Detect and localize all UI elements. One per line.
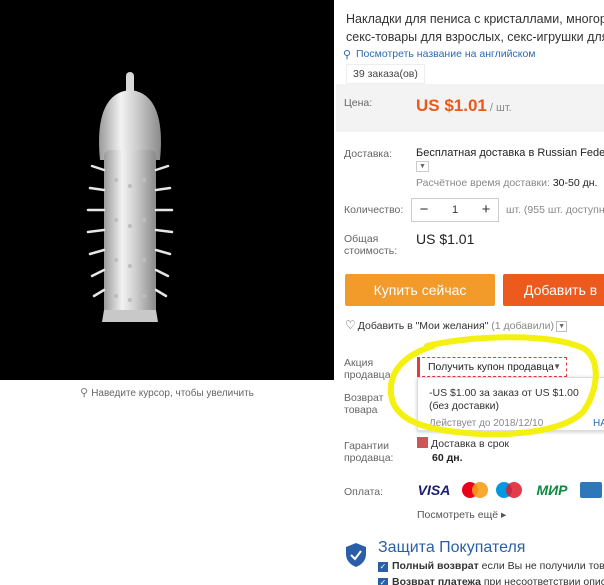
product-title-line2: секс-товары для взрослых, секс-игрушки д… bbox=[346, 30, 604, 44]
product-info-panel: Накладки для пениса с кристаллами, много… bbox=[334, 0, 604, 585]
protection-item-payback: ✓ Возврат платежа при несоответствии опис… bbox=[378, 576, 604, 585]
returns-label-line2: товара bbox=[344, 404, 378, 416]
check-icon: ✓ bbox=[378, 578, 388, 585]
price-unit: / шт. bbox=[489, 102, 512, 114]
chevron-down-icon[interactable]: ▼ bbox=[556, 320, 568, 332]
product-title: Накладки для пениса с кристаллами, много… bbox=[346, 10, 604, 46]
shield-icon bbox=[346, 543, 366, 567]
zoom-hint: ⚲ Наведите курсор, чтобы увеличить bbox=[0, 386, 334, 399]
quantity-input[interactable]: 1 bbox=[436, 199, 474, 221]
shipping-label: Доставка: bbox=[344, 148, 393, 160]
product-image[interactable] bbox=[0, 0, 334, 380]
get-coupon-button[interactable]: Получить купон продавца ▼ bbox=[417, 357, 567, 377]
guarantee-label-line2: продавца: bbox=[344, 452, 394, 464]
wishlist-link[interactable]: ♡ Добавить в "Мои желания" (1 добавили) ▼ bbox=[345, 318, 568, 332]
price-label: Цена: bbox=[344, 97, 373, 109]
on-time-delivery-text: Доставка в срок bbox=[431, 438, 510, 450]
heart-icon: ♡ bbox=[345, 318, 356, 332]
chevron-down-icon[interactable]: ▼ bbox=[416, 161, 429, 172]
amex-logo bbox=[580, 482, 602, 498]
total-label-line2: стоимость: bbox=[344, 245, 398, 257]
magnifier-icon: ⚲ bbox=[80, 387, 89, 399]
coupon-more-link[interactable]: НА bbox=[593, 418, 604, 429]
shipping-time: Расчётное время доставки: 30-50 дн. bbox=[416, 177, 597, 189]
quantity-available: шт. (955 шт. доступн bbox=[506, 204, 604, 216]
guarantee-label: Гарантии продавца: bbox=[344, 440, 393, 464]
seller-promo-label: Акция продавца: bbox=[344, 357, 393, 381]
returns-label-line1: Возврат bbox=[344, 392, 384, 404]
protection-item2-bold: Возврат платежа bbox=[392, 576, 481, 585]
coupon-popup: -US $1.00 за заказ от US $1.00 (без дост… bbox=[417, 377, 604, 431]
maestro-logo bbox=[496, 482, 524, 498]
seller-promo-label-line2: продавца: bbox=[344, 369, 394, 381]
shipping-method[interactable]: Бесплатная доставка в Russian Feder bbox=[416, 147, 604, 159]
product-title-line1: Накладки для пениса с кристаллами, много… bbox=[346, 12, 604, 26]
check-icon: ✓ bbox=[378, 562, 388, 572]
quantity-plus-button[interactable]: + bbox=[474, 199, 498, 221]
protection-item-refund: ✓ Полный возврат если Вы не получили това bbox=[378, 560, 604, 572]
translate-icon: ⚲ bbox=[343, 49, 352, 61]
guarantee-label-line1: Гарантии bbox=[344, 440, 389, 452]
mir-logo: МИР bbox=[536, 482, 568, 498]
quantity-label: Количество: bbox=[344, 204, 404, 216]
visa-logo: VISA bbox=[417, 482, 451, 498]
orders-count: 39 заказа(ов) bbox=[346, 64, 425, 84]
on-time-delivery-icon bbox=[417, 437, 428, 448]
buyer-protection-title: Защита Покупателя bbox=[378, 539, 526, 556]
mastercard-logo bbox=[462, 482, 490, 498]
returns-label: Возврат товара bbox=[344, 392, 383, 416]
protection-item1-bold: Полный возврат bbox=[392, 560, 479, 572]
wishlist-label[interactable]: Добавить в "Мои желания" bbox=[358, 320, 489, 332]
see-more-payments-link[interactable]: Посмотреть ещё ▸ bbox=[417, 509, 506, 521]
on-time-delivery: Доставка в срок bbox=[417, 437, 509, 450]
payment-label: Оплата: bbox=[344, 486, 384, 498]
price-value: US $1.01/ шт. bbox=[416, 96, 512, 116]
shipping-time-label: Расчётное время доставки: bbox=[416, 177, 550, 189]
buy-now-button[interactable]: Купить сейчас bbox=[345, 274, 495, 306]
add-to-cart-button[interactable]: Добавить в bbox=[503, 274, 604, 306]
see-more-label[interactable]: Посмотреть ещё bbox=[417, 509, 498, 521]
get-coupon-label[interactable]: Получить купон продавца bbox=[428, 361, 554, 373]
protection-item1-rest: если Вы не получили това bbox=[481, 560, 604, 572]
coupon-valid-until: Действует до 2018/12/10 bbox=[429, 418, 544, 429]
total-value: US $1.01 bbox=[416, 231, 475, 247]
chevron-down-icon: ▼ bbox=[553, 362, 561, 371]
zoom-hint-text: Наведите курсор, чтобы увеличить bbox=[91, 388, 254, 399]
protection-item2-rest: при несоответствии описа bbox=[483, 576, 604, 585]
product-photo bbox=[86, 72, 174, 322]
coupon-discount: -US $1.00 за заказ от US $1.00 bbox=[429, 387, 579, 399]
guarantee-days: 60 дн. bbox=[432, 452, 463, 464]
chevron-right-icon: ▸ bbox=[501, 509, 507, 521]
shipping-time-value: 30-50 дн. bbox=[552, 177, 598, 189]
translate-link[interactable]: ⚲ Посмотреть название на английском bbox=[343, 48, 536, 61]
translate-link-text[interactable]: Посмотреть название на английском bbox=[356, 48, 536, 60]
price-amount: US $1.01 bbox=[416, 96, 487, 115]
coupon-note: (без доставки) bbox=[429, 400, 500, 412]
wishlist-count: (1 добавили) bbox=[491, 320, 555, 332]
quantity-minus-button[interactable]: − bbox=[412, 199, 436, 221]
seller-promo-label-line1: Акция bbox=[344, 357, 374, 369]
total-label-line1: Общая bbox=[344, 233, 379, 245]
total-label: Общая стоимость: bbox=[344, 233, 397, 257]
quantity-stepper[interactable]: − 1 + bbox=[411, 198, 499, 222]
